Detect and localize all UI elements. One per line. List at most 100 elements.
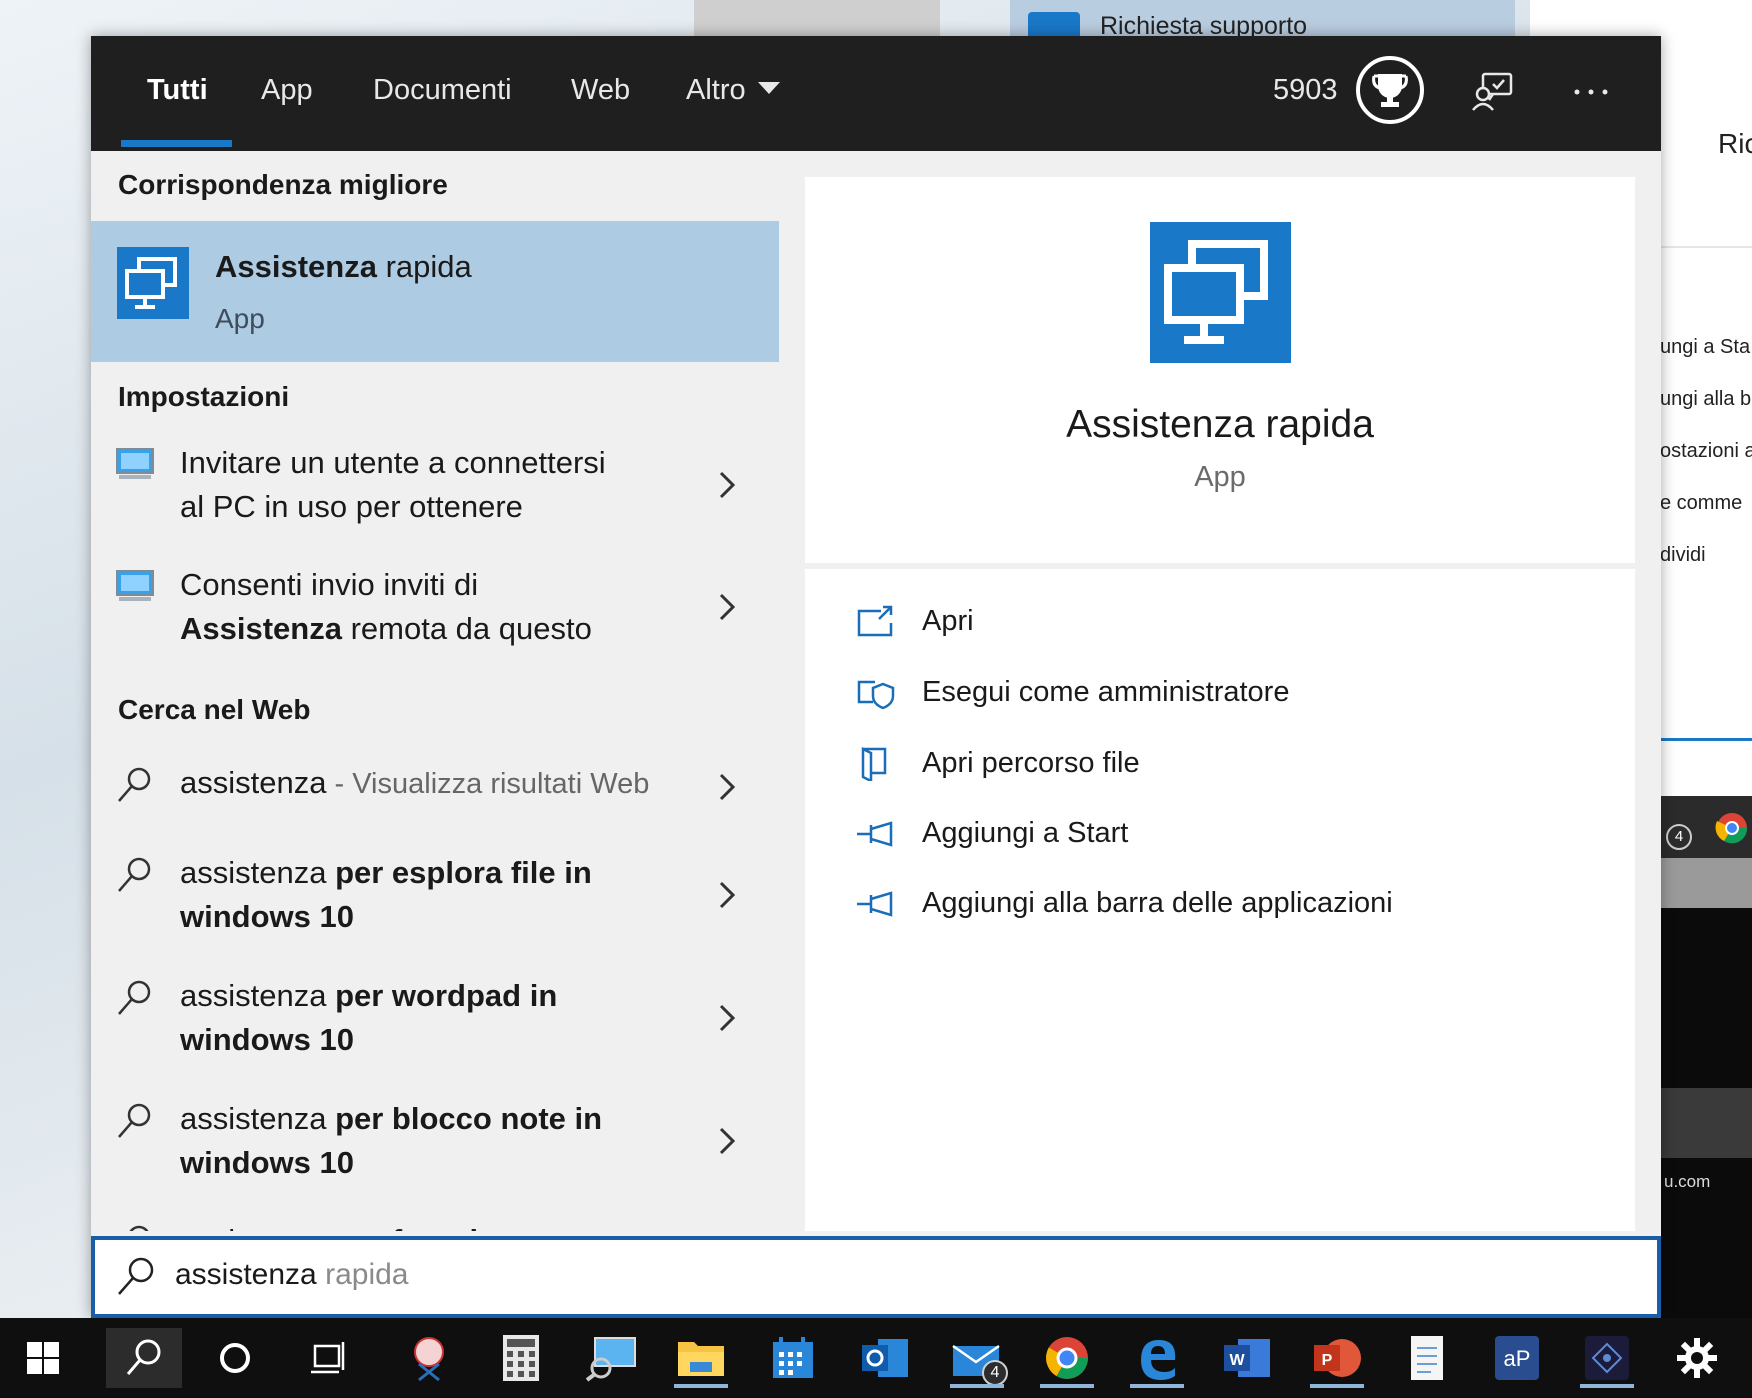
remote-desktop-icon xyxy=(585,1337,636,1382)
search-tab-bar: Tutti App Documenti Web Altro 5903 xyxy=(91,36,1661,151)
web-suggestion: per wordpad in xyxy=(326,978,558,1013)
edge-button[interactable] xyxy=(1124,1328,1190,1388)
file-location-icon xyxy=(855,746,895,784)
trophy-icon[interactable] xyxy=(1356,56,1424,124)
diamond-app-icon xyxy=(1585,1336,1629,1380)
feedback-icon[interactable] xyxy=(1471,70,1515,114)
running-indicator xyxy=(1040,1384,1094,1388)
open-action[interactable]: Apri xyxy=(805,595,1635,655)
web-heading: Cerca nel Web xyxy=(118,694,311,725)
search-icon xyxy=(115,978,155,1018)
powerpoint-icon: P xyxy=(1314,1339,1361,1377)
preview-app-name: Assistenza rapida xyxy=(1066,403,1374,446)
settings-result-text: remota da questo xyxy=(341,611,592,646)
web-result-label: assistenza per foto d... xyxy=(180,1219,680,1231)
calculator-button[interactable] xyxy=(488,1328,554,1388)
chevron-right-icon[interactable] xyxy=(713,875,741,915)
open-file-location-action[interactable]: Apri percorso file xyxy=(805,737,1635,797)
mail-button[interactable]: 4 xyxy=(944,1328,1010,1388)
web-result-suffix: - Visualizza risultati Web xyxy=(326,768,650,800)
notepad-button[interactable] xyxy=(1394,1328,1460,1388)
running-indicator xyxy=(1130,1384,1184,1388)
web-result-line: windows 10 xyxy=(180,1018,680,1062)
app-diamond-button[interactable] xyxy=(1574,1328,1640,1388)
chevron-right-icon[interactable] xyxy=(713,587,741,627)
web-query: assistenza xyxy=(180,765,327,800)
background-menu-item: dividi xyxy=(1660,544,1706,566)
snipping-tool-icon xyxy=(414,1337,444,1382)
web-result-label: assistenza per esplora file in windows 1… xyxy=(180,851,680,939)
gear-icon xyxy=(1677,1338,1717,1378)
cortana-button[interactable] xyxy=(202,1328,268,1388)
quick-assist-icon xyxy=(117,247,189,319)
web-result[interactable]: assistenza per wordpad in windows 10 xyxy=(91,974,779,1070)
monitor-icon xyxy=(115,569,155,609)
app-ae-button[interactable]: aP xyxy=(1484,1328,1550,1388)
search-icon xyxy=(115,1254,157,1298)
best-match-title-bold: Assistenza xyxy=(215,249,377,284)
tab-altro-label: Altro xyxy=(686,74,746,106)
powerpoint-button[interactable]: P xyxy=(1304,1328,1370,1388)
search-input[interactable]: assistenza rapida xyxy=(91,1236,1661,1318)
pin-to-start-action[interactable]: Aggiungi a Start xyxy=(805,807,1635,867)
settings-result-line: Invitare un utente a connettersi xyxy=(180,445,606,480)
run-as-admin-action[interactable]: Esegui come amministratore xyxy=(805,666,1635,726)
outlook-button[interactable] xyxy=(852,1328,918,1388)
chevron-right-icon[interactable] xyxy=(713,998,741,1038)
web-result[interactable]: assistenza per foto d... xyxy=(91,1219,779,1231)
results-list: Corrispondenza migliore Assistenza rapid… xyxy=(91,151,779,1231)
settings-heading: Impostazioni xyxy=(118,381,290,412)
web-suggestion: per esplora file in xyxy=(326,855,592,890)
chevron-right-icon[interactable] xyxy=(713,1225,741,1231)
start-button[interactable] xyxy=(10,1328,76,1388)
pin-icon xyxy=(855,887,895,921)
folder-icon xyxy=(678,1342,724,1376)
best-match-title-rest: rapida xyxy=(376,249,472,284)
settings-result-line: Assistenza remota da questo xyxy=(180,607,680,651)
pin-to-taskbar-action[interactable]: Aggiungi alla barra delle applicazioni xyxy=(805,877,1635,937)
open-file-location-label: Apri percorso file xyxy=(922,747,1140,779)
snipping-tool-button[interactable] xyxy=(396,1328,462,1388)
taskbar-search-button[interactable] xyxy=(106,1328,182,1388)
calculator-icon xyxy=(503,1335,539,1381)
web-query: assistenza xyxy=(180,978,327,1013)
pin-to-start-label: Aggiungi a Start xyxy=(922,817,1129,849)
web-result[interactable]: assistenza per blocco note in windows 10 xyxy=(91,1097,779,1193)
cortana-icon xyxy=(220,1343,250,1373)
active-tab-indicator xyxy=(121,140,232,147)
tab-documenti[interactable]: Documenti xyxy=(373,74,512,107)
tab-app[interactable]: App xyxy=(261,74,313,107)
task-view-button[interactable] xyxy=(296,1328,362,1388)
chevron-right-icon[interactable] xyxy=(713,767,741,807)
chrome-button[interactable] xyxy=(1034,1328,1100,1388)
background-menu-item: ungi a Sta xyxy=(1660,336,1751,358)
web-query: assistenza xyxy=(180,1101,327,1136)
chevron-right-icon[interactable] xyxy=(713,1121,741,1161)
web-result[interactable]: assistenza - Visualizza risultati Web xyxy=(91,761,779,817)
tab-altro[interactable]: Altro xyxy=(686,74,780,107)
web-result-line: windows 10 xyxy=(180,1141,680,1185)
web-result[interactable]: assistenza per esplora file in windows 1… xyxy=(91,851,779,947)
divider xyxy=(1660,738,1752,741)
settings-result[interactable]: Invitare un utente a connettersi al PC i… xyxy=(91,441,779,537)
background-email: u.com xyxy=(1664,1172,1711,1191)
tab-web[interactable]: Web xyxy=(571,74,630,107)
calendar-button[interactable] xyxy=(760,1328,826,1388)
settings-result[interactable]: Consenti invio inviti di Assistenza remo… xyxy=(91,563,779,659)
word-button[interactable]: W xyxy=(1214,1328,1280,1388)
tab-tutti[interactable]: Tutti xyxy=(147,74,208,107)
file-explorer-button[interactable] xyxy=(668,1328,734,1388)
remote-app-button[interactable] xyxy=(578,1328,644,1388)
highlight-term: Assistenza xyxy=(180,611,342,646)
best-match-result[interactable]: Assistenza rapida App xyxy=(91,221,779,362)
more-icon[interactable] xyxy=(1569,70,1613,114)
chrome-icon xyxy=(1046,1337,1088,1379)
settings-result-label: Consenti invio inviti di Assistenza remo… xyxy=(180,563,680,651)
chevron-right-icon[interactable] xyxy=(713,465,741,505)
background-menu-item: e comme xyxy=(1660,492,1743,514)
settings-result-line: al PC in uso per ottenere xyxy=(180,489,523,524)
settings-button[interactable] xyxy=(1664,1328,1730,1388)
monitor-icon xyxy=(115,447,155,487)
divider xyxy=(1660,246,1752,248)
background-taskbar-strip: 4 xyxy=(1660,796,1752,858)
